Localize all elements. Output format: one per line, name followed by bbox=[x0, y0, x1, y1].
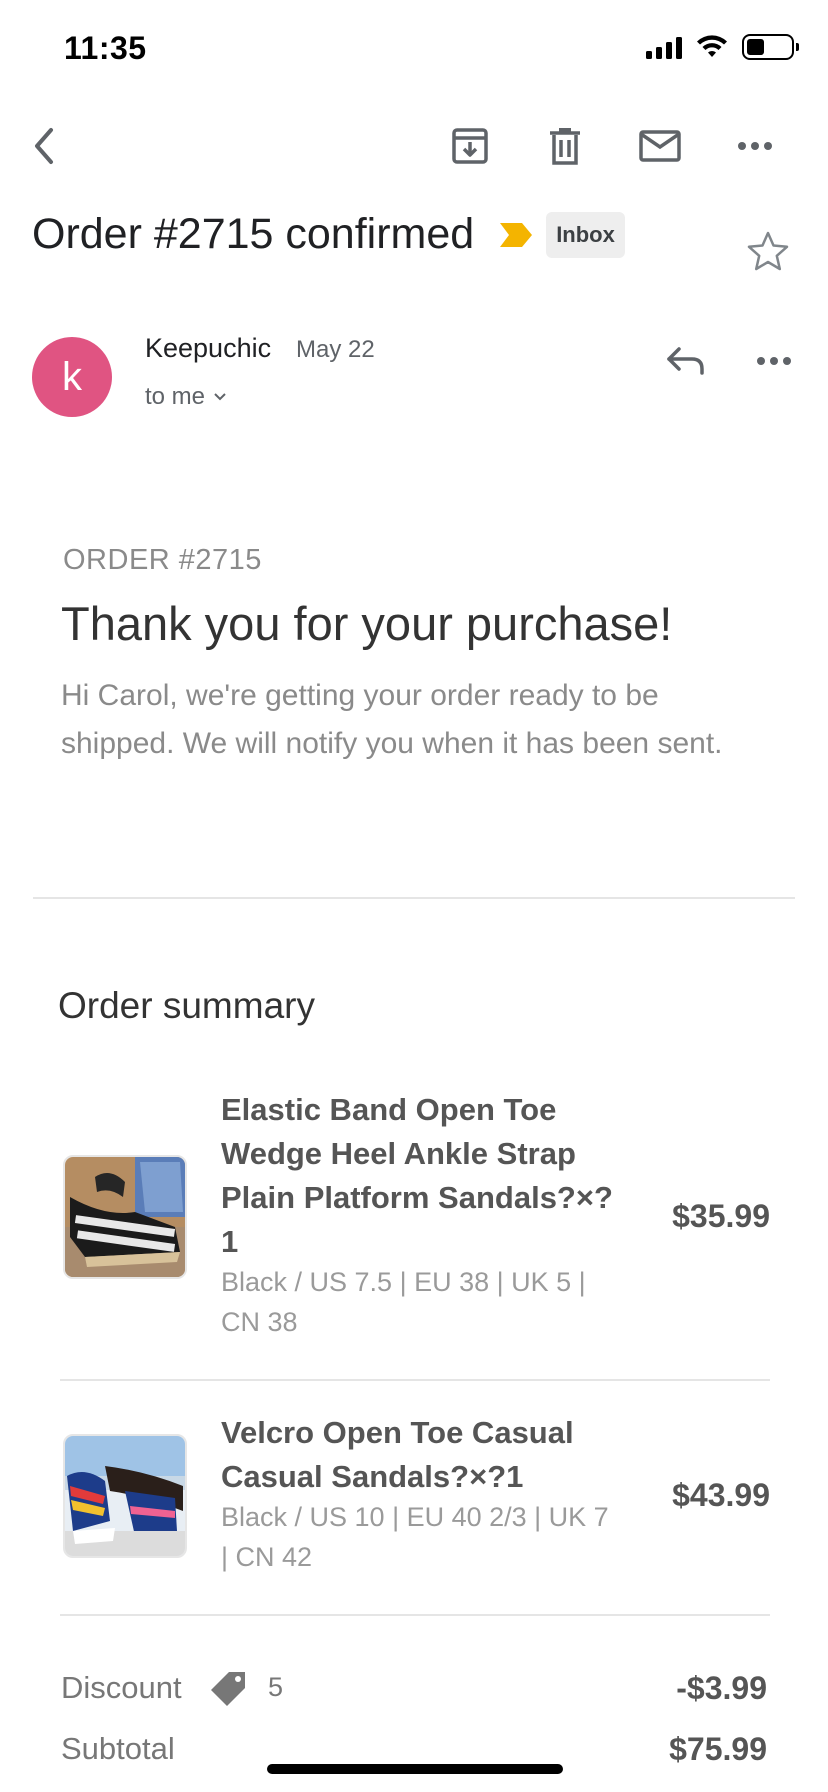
discount-label: Discount bbox=[61, 1670, 182, 1705]
product-title[interactable]: Elastic Band Open Toe Wedge Heel Ankle S… bbox=[221, 1088, 621, 1264]
battery-icon bbox=[742, 34, 799, 60]
status-bar: 11:35 bbox=[0, 0, 828, 100]
product-image[interactable] bbox=[63, 1155, 187, 1279]
product-title[interactable]: Velcro Open Toe Casual Casual Sandals?×?… bbox=[221, 1411, 621, 1499]
product-price: $35.99 bbox=[672, 1198, 770, 1234]
more-horizontal-icon bbox=[738, 142, 772, 150]
divider bbox=[60, 1379, 770, 1381]
star-button[interactable] bbox=[746, 230, 790, 277]
mail-icon bbox=[639, 130, 681, 162]
discount-code: 5 bbox=[268, 1672, 284, 1702]
product-price: $43.99 bbox=[672, 1477, 770, 1513]
more-horizontal-icon bbox=[757, 357, 791, 365]
status-icons bbox=[646, 34, 799, 60]
cellular-signal-icon bbox=[646, 35, 682, 59]
discount-value: -$3.99 bbox=[676, 1670, 767, 1706]
chevron-down-icon bbox=[214, 393, 226, 401]
product-variant: Black / US 10 | EU 40 2/3 | UK 7 | CN 42 bbox=[221, 1502, 609, 1572]
sender-more-button[interactable] bbox=[748, 335, 800, 387]
intro-text: Hi Carol, we're getting your order ready… bbox=[61, 679, 723, 760]
order-summary-title: Order summary bbox=[58, 985, 315, 1026]
email-date: May 22 bbox=[296, 336, 375, 363]
archive-button[interactable] bbox=[442, 118, 498, 174]
more-options-button[interactable] bbox=[727, 118, 783, 174]
delete-button[interactable] bbox=[537, 118, 593, 174]
back-button[interactable] bbox=[16, 118, 72, 174]
product-image[interactable] bbox=[63, 1434, 187, 1558]
product-variant: Black / US 7.5 | EU 38 | UK 5 | CN 38 bbox=[221, 1267, 586, 1337]
wifi-icon bbox=[697, 35, 727, 57]
divider bbox=[60, 1614, 770, 1616]
email-subject: Order #2715 confirmed bbox=[32, 210, 475, 258]
home-indicator[interactable] bbox=[267, 1764, 563, 1774]
subject-row: Order #2715 confirmed Inbox bbox=[32, 210, 625, 259]
tag-icon bbox=[211, 1672, 245, 1706]
trash-icon bbox=[550, 128, 580, 165]
reply-button[interactable] bbox=[660, 335, 712, 387]
recipient-details-toggle[interactable]: to me bbox=[145, 383, 227, 411]
order-item: Elastic Band Open Toe Wedge Heel Ankle S… bbox=[60, 1088, 770, 1348]
recipient-label: to me bbox=[145, 383, 206, 410]
divider bbox=[33, 897, 795, 899]
archive-icon bbox=[452, 128, 488, 164]
sandal-image bbox=[65, 1436, 185, 1556]
importance-marker-icon[interactable] bbox=[498, 221, 534, 249]
sender-avatar[interactable]: k bbox=[32, 337, 112, 417]
thank-you-heading: Thank you for your purchase! bbox=[61, 597, 673, 650]
mark-unread-button[interactable] bbox=[632, 118, 688, 174]
reply-icon bbox=[667, 347, 704, 375]
sandal-image bbox=[65, 1157, 185, 1277]
sender-name: Keepuchic bbox=[145, 333, 272, 363]
subtotal-label: Subtotal bbox=[61, 1731, 175, 1766]
inbox-label-chip[interactable]: Inbox bbox=[546, 211, 625, 258]
email-toolbar bbox=[0, 110, 828, 180]
order-number: ORDER #2715 bbox=[63, 544, 262, 576]
subtotal-value: $75.99 bbox=[669, 1731, 767, 1767]
chevron-left-icon bbox=[35, 128, 53, 164]
order-item: Velcro Open Toe Casual Casual Sandals?×?… bbox=[60, 1411, 770, 1591]
status-time: 11:35 bbox=[64, 30, 147, 66]
star-icon bbox=[747, 231, 789, 271]
